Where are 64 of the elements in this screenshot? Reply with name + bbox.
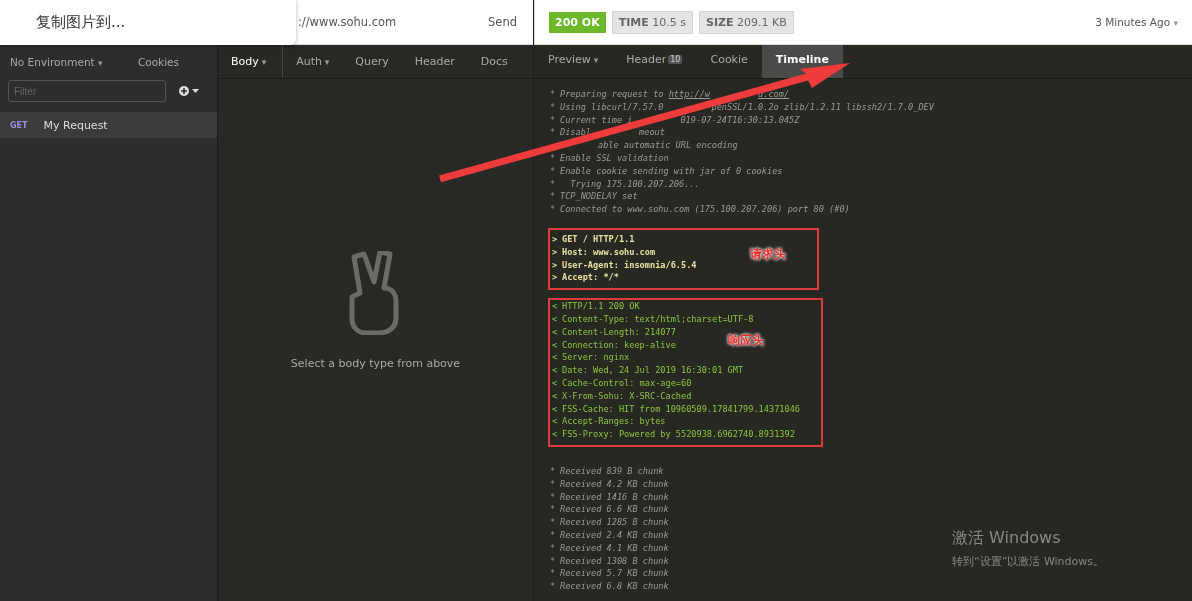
cookies-link[interactable]: Cookies (137, 55, 179, 68)
timeline-line: * Received 1416 B chunk (550, 490, 669, 504)
timeline-line: > Host: www.sohu.com (552, 245, 656, 259)
timeline-line: * Using libcurl/7.57.0 (550, 100, 664, 114)
request-item[interactable]: GET My Request (0, 112, 217, 138)
add-dropdown-icon[interactable] (178, 85, 202, 97)
timeline-line: * Received 6.6 KB chunk (550, 503, 669, 517)
timeline-line: > User-Agent: insomnia/6.5.4 (552, 258, 697, 272)
timeline-line: < FSS-Proxy: Powered by 5520938.6962740.8931392 (552, 428, 795, 441)
timeline-line: * Preparing request to http://w (550, 88, 711, 101)
filter-field[interactable]: Filter (8, 80, 166, 102)
timeline-line: * Enable SSL validation (550, 152, 669, 165)
timeline-line: * Enable cookie sending with jar of 0 cookies (550, 164, 783, 178)
timeline-line: > Accept: */* (552, 271, 619, 285)
timeline-line: > GET / HTTP/1.1 (552, 232, 635, 246)
timeline-line: * Received 839 B chunk (550, 464, 664, 478)
timeline-line: * Received 2.4 KB chunk (550, 528, 669, 542)
url-text[interactable]: ://www.sohu.com (298, 15, 397, 29)
timeline-link[interactable]: http://w (668, 89, 711, 99)
annotation-label: 响应头 (728, 334, 764, 347)
response-tab[interactable]: Header $^{10}$ (612, 45, 697, 78)
timeline-line: penSSL/1.0.2o zlib/1.2.11 libssh2/1.7.0_DEV (711, 100, 934, 114)
timeline-line: < HTTP/1.1 200 OK (552, 300, 640, 313)
environment-dropdown[interactable]: No Environment ▾ (10, 55, 103, 68)
timeline-line: < Content-Type: text/html;charset=UTF-8 (552, 312, 754, 326)
request-tab[interactable]: Query (342, 45, 402, 78)
timeline-line: meout (639, 126, 665, 140)
send-button[interactable]: Send (488, 15, 517, 29)
timeline-line: < Connection: keep-alive (552, 338, 676, 352)
timeline-link[interactable]: u.com/ (758, 88, 790, 101)
timeline-line: < Date: Wed, 24 Jul 2019 16:30:01 GMT (552, 364, 744, 377)
activation-title: 激活 Windows (952, 528, 1062, 549)
timeline-line: * Received 1285 B chunk (550, 516, 669, 529)
time-badge: TIME 10.5 s (611, 10, 693, 34)
request-tab[interactable]: Auth ▾ (283, 45, 343, 78)
status-badge: 200 OK (549, 11, 606, 33)
timeline-line: * Disabl (550, 126, 592, 140)
copy-image-menu[interactable]: 复制图片到... (0, 0, 296, 45)
history-dropdown[interactable]: 3 Minutes Ago ▾ (1095, 16, 1178, 28)
timeline-line: * TCP_NODELAY set (550, 190, 638, 204)
request-tab[interactable]: Header (401, 45, 468, 78)
timeline-line: < Cache-Control: max-age=60 (552, 376, 692, 390)
timeline-line: * Received 6.8 KB chunk (550, 580, 669, 593)
timeline-line: * Current time i (550, 113, 633, 127)
response-tab[interactable]: Preview ▾ (534, 45, 613, 78)
annotation-label: 请求头 (750, 247, 786, 261)
timeline-line: * Trying 175.100.207.206... (550, 177, 700, 191)
timeline-line: * Received 1308 B chunk (550, 554, 669, 568)
body-type-hint: Select a body type from above (290, 356, 461, 370)
timeline-line: < Accept-Ranges: bytes (552, 415, 666, 429)
timeline-line: < X-From-Sohu: X-SRC-Cached (552, 389, 692, 403)
timeline-line: < Content-Length: 214077 (552, 325, 676, 339)
timeline-line: * Received 5.7 KB chunk (550, 567, 669, 581)
request-tab[interactable]: Docs (467, 45, 521, 78)
response-tab[interactable]: Cookie (696, 45, 762, 78)
timeline-line: * Received 4.1 KB chunk (550, 541, 669, 555)
activation-text: 转到“设置”以激活 Windows。 (952, 554, 1104, 569)
timeline-line: < Server: nginx (552, 351, 630, 365)
timeline-line: * Connected to www.sohu.com (175.100.207.206) port 80 (#0) (550, 203, 850, 216)
timeline-line: < FSS-Cache: HIT from 10960509.17841799.14371046 (552, 402, 800, 416)
timeline-line: 019-07-24T16:30:13.045Z (680, 113, 800, 127)
size-badge: SIZE 209.1 KB (698, 10, 794, 34)
timeline-line: able automatic URL encoding (598, 139, 738, 152)
timeline-line: * Received 4.2 KB chunk (550, 477, 669, 491)
